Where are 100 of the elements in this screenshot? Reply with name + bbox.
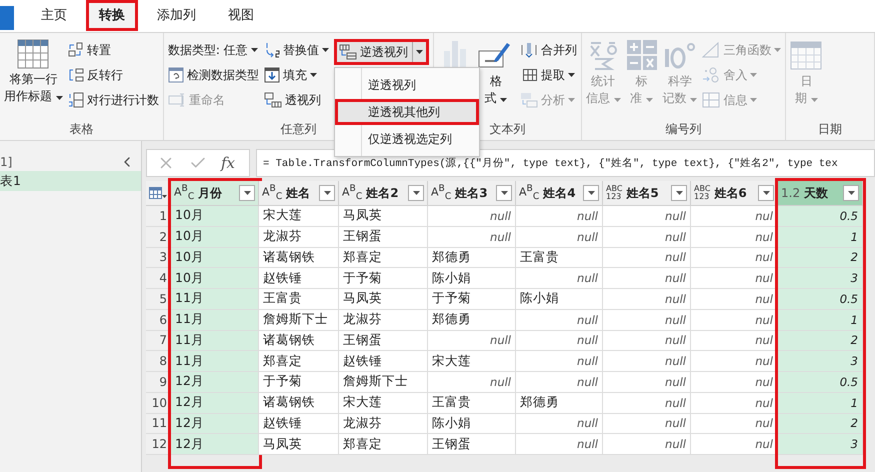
filter-button[interactable]: [319, 185, 335, 201]
filter-button[interactable]: [583, 185, 599, 201]
table-grid-icon: [17, 39, 50, 69]
ribbon-button[interactable]: 反转行: [68, 64, 159, 86]
ribbon-button[interactable]: 替换值: [264, 39, 329, 61]
table-cell: null: [428, 330, 516, 352]
filter-button[interactable]: [671, 185, 687, 201]
table-cell: nul: [691, 226, 778, 248]
caret-icon: [568, 73, 575, 77]
table-cell: null: [428, 206, 516, 227]
table-cell: null: [516, 330, 603, 352]
caret-icon: [676, 191, 682, 195]
ribbon-button[interactable]: 对行进行计数: [68, 89, 159, 111]
ribbon-button[interactable]: 提取: [520, 64, 577, 86]
table-cell: 12月: [171, 392, 259, 414]
table-cell: null: [516, 372, 603, 393]
column-header[interactable]: A$^{B}$$_{C}$ 姓名3: [428, 181, 516, 206]
table-cell: 赵铁锤: [339, 351, 428, 372]
split-button[interactable]: 逆透视列: [334, 39, 429, 65]
menu-item[interactable]: 逆透视其他列: [334, 99, 479, 125]
table-cell: 詹姆斯下士: [339, 372, 428, 393]
column-name: 姓名4: [543, 184, 577, 202]
column-header[interactable]: A$^{B}$$_{C}$ 月份: [171, 181, 259, 206]
ribbon-tab[interactable]: 转换: [86, 0, 138, 31]
ribbon-button[interactable]: 将第一行 用作标题: [4, 39, 63, 105]
table-cell: nul: [691, 248, 778, 268]
table-cell: 3: [778, 434, 863, 455]
caret-icon: [500, 191, 508, 195]
ribbon-tab[interactable]: 添加列: [144, 0, 209, 31]
menu-item[interactable]: 仅逆透视选定列: [334, 126, 479, 152]
column-header[interactable]: A$^{B}$$_{C}$ 姓名: [259, 181, 339, 206]
table-cell: null: [603, 351, 691, 372]
ribbon-button[interactable]: 格 式: [476, 39, 515, 107]
table-cell: null: [603, 206, 691, 227]
filter-button[interactable]: [758, 185, 774, 201]
table-cell: 0.5: [778, 206, 863, 227]
table-cell: null: [603, 392, 691, 414]
ribbon-button[interactable]: 填充: [264, 64, 329, 86]
caret-icon: [762, 191, 770, 195]
filter-button[interactable]: [239, 185, 255, 201]
ribbon-tab[interactable]: 主页: [28, 0, 80, 31]
type-label[interactable]: ABC 123: [694, 185, 710, 201]
type-label[interactable]: 1.2: [781, 187, 800, 199]
ribbon-button[interactable]: 合并列: [520, 39, 577, 61]
table-cell: 11月: [171, 310, 259, 330]
table-cell: nul: [691, 289, 778, 310]
merge-columns-icon: [520, 42, 538, 58]
table-cell: 11月: [171, 351, 259, 372]
column-header[interactable]: A$^{B}$$_{C}$ 姓名2: [339, 181, 428, 206]
table-cell: 郑德勇: [516, 392, 603, 414]
count-rows-icon: [68, 92, 84, 108]
table-cell: 12月: [171, 434, 259, 455]
pivot-icon: [264, 92, 282, 108]
table-cell: 龙淑芬: [339, 414, 428, 434]
table-cell: null: [516, 226, 603, 248]
table-cell: nul: [691, 268, 778, 289]
caret-icon: [774, 48, 782, 52]
table-cell: 10月: [171, 206, 259, 227]
table-cell: 王富贵: [428, 392, 516, 414]
table-cell: 于予菊: [428, 289, 516, 310]
type-label[interactable]: ABC 123: [606, 185, 622, 201]
menu-item[interactable]: 逆透视列: [334, 72, 479, 98]
table-cell: 陈小娟: [428, 268, 516, 289]
column-header[interactable]: 1.2 天数: [778, 181, 863, 206]
table-cell: 王钢蛋: [339, 226, 428, 248]
ribbon-button[interactable]: 数据类型: 任意: [168, 39, 259, 61]
filter-button[interactable]: [843, 185, 859, 201]
ribbon-button[interactable]: 检测数据类型: [168, 64, 259, 86]
ribbon-button[interactable]: 转置: [68, 39, 159, 61]
formula-field[interactable]: = Table.TransformColumnTypes(源,{{"月份", type text}, {"姓名", type text}, {"姓名2", type tex: [256, 149, 875, 177]
caret-icon: [416, 50, 423, 54]
table-cell: nul: [691, 310, 778, 330]
table-cell: 王富贵: [259, 289, 339, 310]
rounding-icon: [702, 67, 720, 83]
table-cell: null: [516, 351, 603, 372]
caret-icon: [690, 98, 698, 102]
table-cell: 宋大莲: [259, 206, 339, 227]
table-cell: 王富贵: [516, 248, 603, 268]
filter-button[interactable]: [408, 185, 424, 201]
table-cell: 马凤英: [339, 289, 428, 310]
table-cell: 诸葛钢铁: [259, 392, 339, 414]
table-cell: null: [603, 248, 691, 268]
ribbon-button[interactable]: 透视列: [264, 89, 329, 111]
table-cell: 12月: [171, 372, 259, 393]
column-header[interactable]: A$^{B}$$_{C}$ 姓名4: [516, 181, 603, 206]
query-item[interactable]: 表1: [0, 171, 141, 191]
caret-icon: [56, 96, 63, 100]
group-label: 表格: [69, 121, 94, 138]
table-cell: 宋大莲: [339, 392, 428, 414]
table-cell: nul: [691, 434, 778, 455]
table-cell: 王钢蛋: [339, 330, 428, 352]
column-name: 月份: [198, 184, 224, 202]
table-cell: null: [603, 310, 691, 330]
reverse-rows-icon: [68, 67, 84, 83]
filter-button[interactable]: [496, 185, 512, 201]
table-cell: null: [603, 372, 691, 393]
ribbon-tab[interactable]: 视图: [215, 0, 267, 31]
table-cell: 0.5: [778, 372, 863, 393]
table-cell: 0.5: [778, 289, 863, 310]
function-button[interactable]: fx: [221, 154, 236, 172]
